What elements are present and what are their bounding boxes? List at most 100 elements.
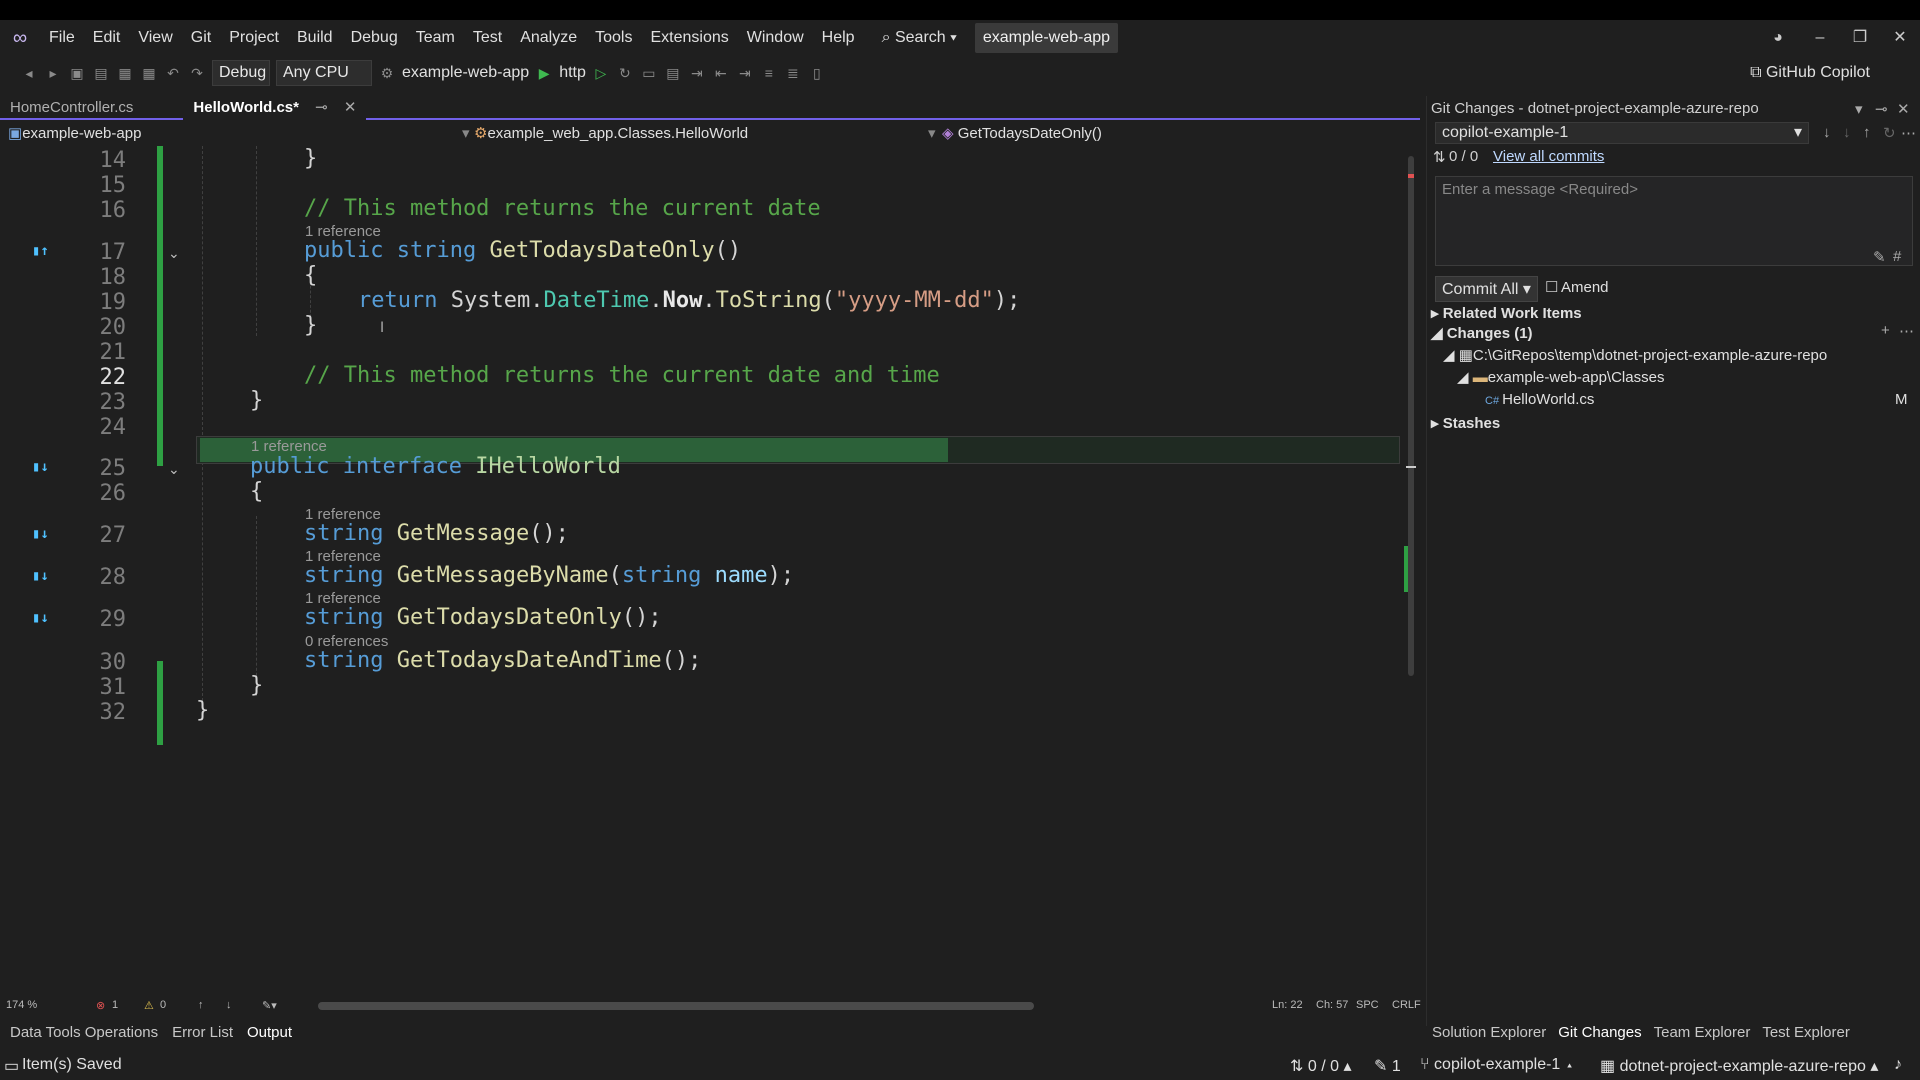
tab-data-tools-operations[interactable]: Data Tools Operations bbox=[10, 1024, 158, 1041]
layout-icon[interactable]: ▤ bbox=[664, 65, 682, 82]
bookmark-icon[interactable]: ▯ bbox=[808, 65, 826, 82]
sync-icon[interactable]: ↻ bbox=[1883, 124, 1896, 142]
horizontal-scrollbar[interactable] bbox=[318, 1002, 1034, 1010]
error-count[interactable]: 1 bbox=[112, 999, 118, 1011]
tab-git-changes[interactable]: Git Changes bbox=[1558, 1024, 1641, 1041]
member-dropdown[interactable]: ◈ GetTodaysDateOnly() bbox=[942, 124, 1102, 142]
branch-status[interactable]: ⑂ copilot-example-1 ▴ bbox=[1420, 1056, 1574, 1074]
open-folder-icon[interactable]: ▤ bbox=[92, 65, 110, 82]
folder-node[interactable]: ◢ ▬example-web-app\Classes bbox=[1457, 368, 1664, 386]
code-editor[interactable]: 14 15 16 17 18 19 20 21 22 23 24 25 26 2… bbox=[0, 146, 1408, 980]
account-avatar-icon[interactable]: ◕ bbox=[1758, 20, 1798, 56]
line-ending-indicator[interactable]: CRLF bbox=[1392, 999, 1421, 1011]
tab-team-explorer[interactable]: Team Explorer bbox=[1654, 1024, 1751, 1041]
menu-build[interactable]: Build bbox=[288, 20, 342, 56]
step-icon[interactable]: ⇥ bbox=[688, 65, 706, 82]
fetch-icon[interactable]: ↓ bbox=[1823, 124, 1831, 141]
forward-icon[interactable]: ▸ bbox=[44, 65, 62, 82]
implementation-up-icon[interactable]: ▮↑ bbox=[32, 243, 52, 259]
copilot-sparkle-icon[interactable]: ✎ bbox=[1873, 248, 1886, 266]
undo-icon[interactable]: ↶ bbox=[164, 65, 182, 82]
menu-extensions[interactable]: Extensions bbox=[641, 20, 737, 56]
repository-status[interactable]: ▦ dotnet-project-example-azure-repo ▴ bbox=[1600, 1056, 1878, 1076]
commit-message-input[interactable]: Enter a message <Required> bbox=[1435, 176, 1913, 266]
column-indicator[interactable]: Ch: 57 bbox=[1316, 999, 1348, 1011]
menu-debug[interactable]: Debug bbox=[342, 20, 407, 56]
restore-button[interactable]: ❐ bbox=[1840, 20, 1880, 56]
implementation-down-icon[interactable]: ▮↓ bbox=[32, 459, 52, 475]
comment-icon[interactable]: ≡ bbox=[760, 65, 778, 81]
menu-analyze[interactable]: Analyze bbox=[511, 20, 586, 56]
implementation-down-icon[interactable]: ▮↓ bbox=[32, 568, 52, 584]
line-indicator[interactable]: Ln: 22 bbox=[1272, 999, 1303, 1011]
menu-file[interactable]: File bbox=[40, 20, 84, 56]
warning-icon[interactable]: ⚠ bbox=[144, 999, 154, 1012]
repo-root-node[interactable]: ◢ ▦C:\GitRepos\temp\dotnet-project-examp… bbox=[1443, 346, 1827, 364]
stage-all-icon[interactable]: + bbox=[1881, 322, 1890, 339]
search-button[interactable]: ⌕ Search ▾ bbox=[874, 29, 965, 47]
menu-edit[interactable]: Edit bbox=[84, 20, 130, 56]
branch-dropdown[interactable]: copilot-example-1 ▾ bbox=[1435, 122, 1809, 144]
collapse-chevron-icon[interactable]: ⌄ bbox=[168, 462, 180, 478]
tab-helloworld[interactable]: HelloWorld.cs* ⊸ ✕ bbox=[183, 96, 367, 120]
save-icon[interactable]: ▦ bbox=[116, 65, 134, 82]
minimize-button[interactable]: – bbox=[1800, 20, 1840, 56]
class-dropdown[interactable]: ⚙example_web_app.Classes.HelloWorld bbox=[474, 124, 748, 142]
code-cleanup-icon[interactable]: ✎▾ bbox=[262, 999, 277, 1012]
implementation-down-icon[interactable]: ▮↓ bbox=[32, 610, 52, 626]
save-all-icon[interactable]: ▦ bbox=[140, 65, 158, 82]
github-copilot-button[interactable]: ⧉ GitHub Copilot bbox=[1750, 64, 1870, 82]
run-icon[interactable]: ▶ bbox=[535, 65, 553, 82]
platform-dropdown[interactable]: Any CPU bbox=[276, 60, 372, 86]
tab-output[interactable]: Output bbox=[247, 1024, 292, 1041]
related-work-items-section[interactable]: ▸ Related Work Items bbox=[1431, 304, 1582, 322]
vertical-scrollbar[interactable] bbox=[1404, 146, 1418, 996]
redo-icon[interactable]: ↷ bbox=[188, 65, 206, 82]
close-window-button[interactable]: ✕ bbox=[1880, 20, 1920, 56]
view-all-commits-link[interactable]: View all commits bbox=[1493, 148, 1604, 165]
browser-icon[interactable]: ▭ bbox=[640, 65, 658, 82]
outdent-icon[interactable]: ⇥ bbox=[736, 65, 754, 82]
codelens-reference[interactable]: 1 reference bbox=[251, 438, 327, 455]
warning-count[interactable]: 0 bbox=[160, 999, 166, 1011]
tab-test-explorer[interactable]: Test Explorer bbox=[1762, 1024, 1850, 1041]
indent-icon[interactable]: ⇤ bbox=[712, 65, 730, 82]
menu-test[interactable]: Test bbox=[464, 20, 511, 56]
back-icon[interactable]: ◂ bbox=[20, 65, 38, 82]
tab-solution-explorer[interactable]: Solution Explorer bbox=[1432, 1024, 1546, 1041]
tab-homecontroller[interactable]: HomeController.cs bbox=[0, 96, 143, 120]
menu-tools[interactable]: Tools bbox=[586, 20, 641, 56]
menu-help[interactable]: Help bbox=[813, 20, 864, 56]
zoom-level[interactable]: 174 % bbox=[6, 999, 37, 1011]
amend-checkbox[interactable]: ☐ bbox=[1545, 278, 1558, 296]
changed-file-node[interactable]: C# HelloWorld.cs bbox=[1485, 391, 1594, 408]
menu-view[interactable]: View bbox=[129, 20, 181, 56]
scrollbar-thumb[interactable] bbox=[1408, 156, 1414, 676]
project-dropdown[interactable]: ▣example-web-app bbox=[8, 124, 141, 142]
uncomment-icon[interactable]: ≣ bbox=[784, 65, 802, 82]
panel-menu-icon[interactable]: ▾ bbox=[1855, 100, 1863, 118]
menu-project[interactable]: Project bbox=[220, 20, 288, 56]
startup-project-dropdown[interactable]: example-web-app bbox=[402, 64, 529, 82]
error-icon[interactable]: ⊗ bbox=[96, 999, 105, 1012]
menu-git[interactable]: Git bbox=[182, 20, 220, 56]
new-project-icon[interactable]: ▣ bbox=[68, 65, 86, 82]
pending-changes[interactable]: ✎ 1 bbox=[1374, 1056, 1401, 1076]
commit-all-button[interactable]: Commit All ▾ bbox=[1435, 276, 1538, 302]
push-icon[interactable]: ↑ bbox=[1863, 124, 1871, 141]
close-icon[interactable]: ✕ bbox=[1897, 100, 1910, 118]
configuration-dropdown[interactable]: Debug bbox=[212, 60, 270, 86]
tab-error-list[interactable]: Error List bbox=[172, 1024, 233, 1041]
whitespace-indicator[interactable]: SPC bbox=[1356, 999, 1379, 1011]
implementation-down-icon[interactable]: ▮↓ bbox=[32, 526, 52, 542]
pull-icon[interactable]: ↓ bbox=[1843, 124, 1851, 141]
start-without-debugging-icon[interactable]: ▷ bbox=[592, 65, 610, 82]
collapse-chevron-icon[interactable]: ⌄ bbox=[168, 246, 180, 262]
reference-icon[interactable]: # bbox=[1893, 248, 1901, 265]
more-options-icon[interactable]: ⋯ bbox=[1899, 322, 1914, 340]
more-options-icon[interactable]: ⋯ bbox=[1901, 124, 1916, 142]
notifications-bell-icon[interactable]: ♪ bbox=[1894, 1056, 1902, 1074]
pin-icon[interactable]: ⊸ bbox=[315, 99, 328, 116]
next-issue-icon[interactable]: ↓ bbox=[226, 999, 232, 1011]
changes-section[interactable]: ◢ Changes (1) bbox=[1431, 324, 1533, 342]
